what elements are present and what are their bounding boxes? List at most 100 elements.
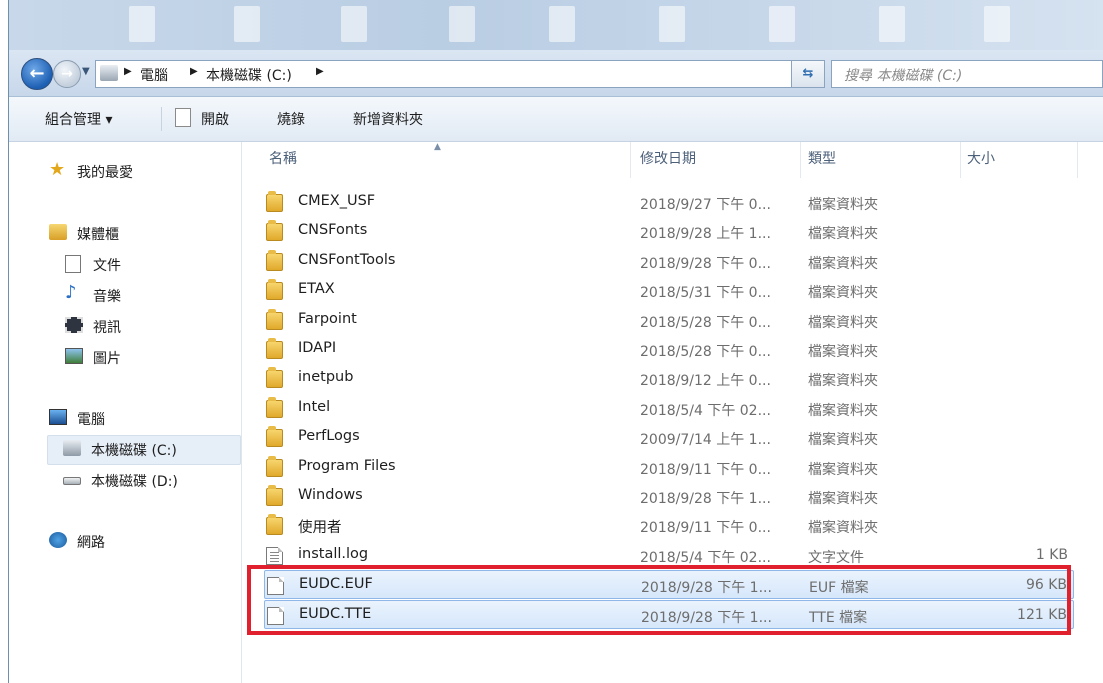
- file-date: 2018/9/28 下午 1...: [640, 491, 771, 507]
- file-type: 檔案資料夾: [808, 344, 878, 360]
- background-tile: [449, 6, 475, 42]
- sort-ascending-icon: ▲: [434, 142, 441, 152]
- file-row[interactable]: CMEX_USF 2018/9/27 下午 0... 檔案資料夾: [264, 188, 1074, 217]
- red-highlight-annotation: [247, 565, 1071, 635]
- file-row[interactable]: ETAX 2018/5/31 下午 0... 檔案資料夾: [264, 276, 1074, 305]
- refresh-button[interactable]: ⇆: [791, 60, 825, 88]
- hard-drive-icon: [63, 477, 81, 485]
- file-date: 2018/9/11 下午 0...: [640, 520, 771, 537]
- open-button[interactable]: 開啟: [201, 109, 229, 129]
- column-divider[interactable]: [1077, 142, 1078, 178]
- forward-button[interactable]: →: [53, 60, 81, 88]
- file-date: 2018/9/27 下午 0...: [640, 197, 771, 213]
- file-row[interactable]: inetpub 2018/9/12 上午 0... 檔案資料夾: [264, 364, 1074, 393]
- nav-label: 媒體櫃: [77, 227, 119, 243]
- file-row[interactable]: Program Files 2018/9/11 下午 0... 檔案資料夾: [264, 453, 1074, 482]
- search-input[interactable]: 搜尋 本機磁碟 (C:): [831, 60, 1103, 88]
- file-row[interactable]: Intel 2018/5/4 下午 02... 檔案資料夾: [264, 394, 1074, 423]
- address-bar[interactable]: ▶ 電腦 ▶ 本機磁碟 (C:) ▶ ▼: [95, 60, 817, 88]
- file-date: 2018/9/28 上午 1...: [640, 226, 771, 243]
- chevron-right-icon[interactable]: ▶: [190, 66, 198, 77]
- breadcrumb-drive-c[interactable]: 本機磁碟 (C:): [206, 65, 292, 85]
- file-size: 1 KB: [1035, 546, 1068, 563]
- file-name: Program Files: [298, 457, 396, 474]
- nav-label: 視訊: [93, 320, 121, 336]
- background-tile: [984, 6, 1010, 42]
- column-divider[interactable]: [630, 142, 631, 178]
- file-date: 2018/5/28 下午 0...: [640, 314, 771, 331]
- file-date: 2018/5/4 下午 02...: [640, 402, 771, 419]
- documents-icon: [65, 255, 81, 273]
- new-folder-button[interactable]: 新增資料夾: [353, 109, 423, 129]
- file-row[interactable]: 使用者 2018/9/11 下午 0... 檔案資料夾: [264, 511, 1074, 540]
- file-name: Farpoint: [298, 310, 357, 327]
- text-file-icon: [266, 546, 283, 565]
- file-row[interactable]: Farpoint 2018/5/28 下午 0... 檔案資料夾: [264, 306, 1074, 335]
- music-note-icon: ♪: [65, 282, 77, 303]
- file-date: 2018/5/31 下午 0...: [640, 285, 771, 302]
- background-tile: [659, 6, 685, 42]
- file-name: CNSFonts: [298, 222, 368, 239]
- background-tile: [769, 6, 795, 42]
- video-film-icon: [65, 317, 83, 333]
- file-date: 2018/5/4 下午 02...: [640, 549, 771, 566]
- back-button[interactable]: ←: [21, 58, 53, 90]
- folder-icon: [266, 191, 283, 212]
- title-bar: [9, 0, 1103, 50]
- command-bar: 組合管理 ▾ 開啟 燒錄 新增資料夾: [9, 97, 1103, 142]
- file-date: 2018/9/11 下午 0...: [640, 461, 771, 478]
- file-row[interactable]: Windows 2018/9/28 下午 1... 檔案資料夾: [264, 482, 1074, 511]
- column-header-type[interactable]: 類型: [808, 148, 836, 168]
- file-row[interactable]: PerfLogs 2009/7/14 上午 1... 檔案資料夾: [264, 423, 1074, 452]
- file-type: 檔案資料夾: [808, 432, 878, 449]
- folder-icon: [266, 485, 283, 506]
- file-name: Intel: [298, 398, 331, 415]
- history-dropdown-icon[interactable]: ▼: [82, 66, 90, 77]
- nav-label: 圖片: [93, 351, 121, 367]
- organize-menu-button[interactable]: 組合管理 ▾: [45, 109, 112, 129]
- file-date: 2018/9/12 上午 0...: [640, 373, 771, 390]
- file-date: 2009/7/14 上午 1...: [640, 432, 771, 449]
- column-divider[interactable]: [800, 142, 801, 178]
- column-header-size[interactable]: 大小: [967, 148, 995, 168]
- picture-icon: [65, 348, 83, 364]
- chevron-right-icon[interactable]: ▶: [316, 66, 324, 77]
- search-placeholder: 搜尋 本機磁碟 (C:): [844, 68, 963, 84]
- background-tile: [341, 6, 367, 42]
- star-icon: ★: [49, 159, 66, 180]
- drive-icon: [100, 65, 118, 81]
- column-divider[interactable]: [960, 142, 961, 178]
- file-date: 2018/5/28 下午 0...: [640, 344, 771, 360]
- navigation-pane: ★ 我的最愛 媒體櫃 文件 ♪ 音樂 視訊 圖片 電腦 本機磁碟 (C:) 本機…: [9, 142, 242, 683]
- file-type: 檔案資料夾: [808, 255, 878, 272]
- library-icon: [49, 224, 67, 240]
- breadcrumb-computer[interactable]: 電腦: [140, 65, 168, 85]
- folder-icon: [266, 279, 283, 301]
- file-row[interactable]: CNSFonts 2018/9/28 上午 1... 檔案資料夾: [264, 217, 1074, 246]
- file-row[interactable]: IDAPI 2018/5/28 下午 0... 檔案資料夾: [264, 335, 1074, 364]
- file-name: 使用者: [298, 520, 342, 537]
- nav-label: 電腦: [77, 412, 105, 428]
- column-header-date[interactable]: 修改日期: [640, 148, 696, 168]
- nav-label: 文件: [93, 258, 121, 274]
- file-name: IDAPI: [298, 340, 337, 356]
- file-type: 檔案資料夾: [808, 373, 878, 390]
- column-header-name[interactable]: 名稱: [269, 148, 297, 168]
- address-row: ← → ▼ ▶ 電腦 ▶ 本機磁碟 (C:) ▶ ▼ ⇆ 搜尋 本機磁碟 (C:…: [9, 50, 1103, 97]
- folder-icon: [266, 308, 283, 330]
- folder-icon: [266, 455, 283, 477]
- toolbar-divider: [161, 107, 162, 131]
- background-tile: [234, 6, 260, 42]
- background-tile: [879, 6, 905, 42]
- file-name: PerfLogs: [298, 428, 360, 445]
- network-globe-icon: [49, 532, 67, 548]
- file-name: install.log: [298, 545, 369, 562]
- file-name: inetpub: [298, 369, 354, 386]
- folder-icon: [266, 426, 283, 448]
- file-row[interactable]: CNSFontTools 2018/9/28 下午 0... 檔案資料夾: [264, 247, 1074, 276]
- nav-label: 我的最愛: [77, 165, 133, 181]
- chevron-right-icon[interactable]: ▶: [124, 66, 132, 77]
- nav-label: 本機磁碟 (D:): [91, 474, 178, 490]
- burn-button[interactable]: 燒錄: [277, 109, 305, 129]
- file-type: 文字文件: [808, 549, 864, 566]
